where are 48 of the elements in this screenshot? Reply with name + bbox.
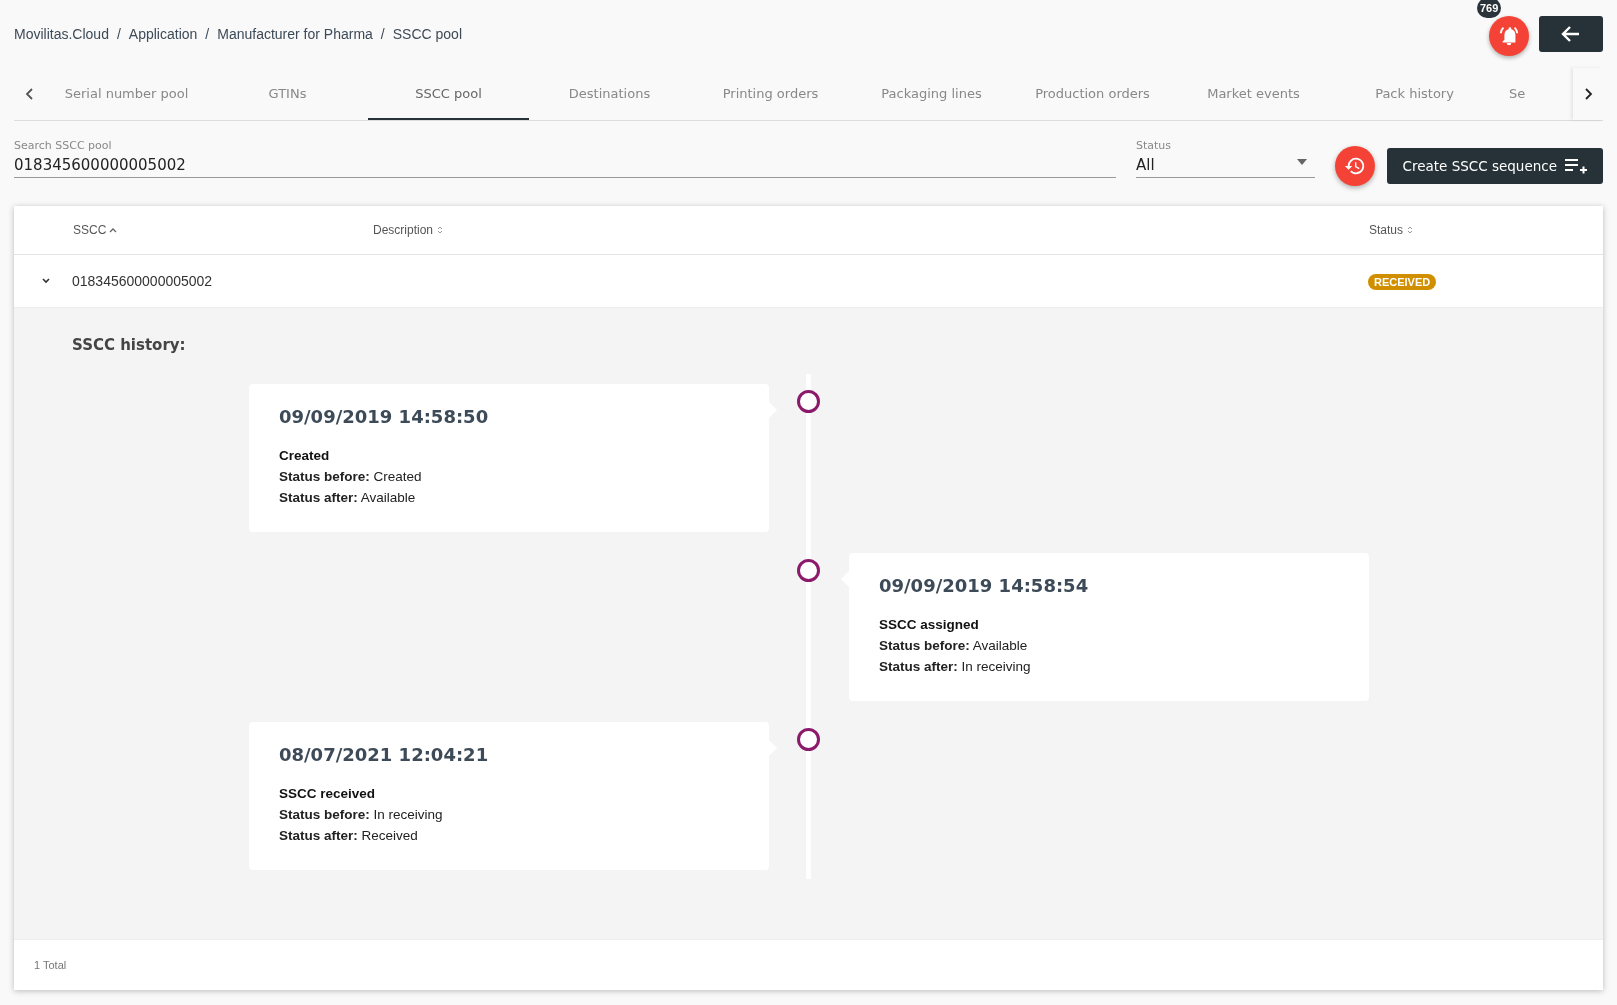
breadcrumb-separator: / <box>380 26 385 42</box>
column-header[interactable]: Status <box>1369 223 1404 237</box>
breadcrumb-link[interactable]: Manufacturer for Pharma <box>217 26 373 42</box>
timeline-marker <box>797 559 820 582</box>
status-after-text: Status after: Available <box>279 489 417 507</box>
event-timestamp: 09/09/2019 14:58:50 <box>279 406 490 427</box>
status-before-text: Status before: Available <box>879 637 1029 655</box>
status-badge: RECEIVED <box>1368 274 1437 290</box>
caret-icon <box>1296 159 1307 165</box>
playlist-add-icon <box>1565 158 1587 174</box>
chevron-icon <box>41 277 51 285</box>
breadcrumb-link[interactable]: Application <box>128 26 198 42</box>
total-count: 1 Total <box>34 959 67 971</box>
tab[interactable]: GTINs <box>207 68 368 120</box>
tab[interactable]: Production orders <box>1012 68 1173 120</box>
timeline-marker <box>797 390 820 413</box>
history-button[interactable] <box>1334 146 1375 186</box>
table-cell-text: 018345600000005002 <box>72 273 214 289</box>
event-timestamp: 09/09/2019 14:58:54 <box>879 575 1090 596</box>
event-name: SSCC received <box>279 785 377 803</box>
status-before-text: Status before: In receiving <box>279 806 444 824</box>
status-after-text: Status after: In receiving <box>879 658 1032 676</box>
chevron-right-icon <box>1582 88 1594 100</box>
back-button[interactable] <box>1539 16 1603 52</box>
event-name: SSCC assigned <box>879 616 980 634</box>
tab[interactable]: Pack history <box>1334 68 1495 120</box>
bell-icon <box>1498 25 1520 47</box>
tab[interactable]: SSCC pool <box>368 68 529 120</box>
status-after-text: Status after: Received <box>279 827 419 845</box>
chevron-left-icon <box>24 88 36 100</box>
column-header[interactable]: SSCC <box>73 223 107 237</box>
timeline-marker <box>797 728 820 751</box>
notification-count: 769 <box>1477 0 1502 18</box>
column-header[interactable]: Description <box>373 223 434 237</box>
breadcrumb-link[interactable]: Movilitas.Cloud <box>14 26 109 42</box>
status-before-text: Status before: Created <box>279 468 423 486</box>
create-sequence-button[interactable]: Create SSCC sequence <box>1386 148 1603 184</box>
event-name: Created <box>279 447 331 465</box>
history-title: SSCC history: <box>71 335 187 354</box>
status-dropdown[interactable]: Status All <box>1136 139 1315 178</box>
tab[interactable]: Destinations <box>529 68 690 120</box>
breadcrumb-link[interactable]: SSCC pool <box>392 26 462 42</box>
breadcrumb-separator: / <box>116 26 121 42</box>
notifications-button[interactable] <box>1489 16 1529 56</box>
event-timestamp: 08/07/2021 12:04:21 <box>279 744 490 765</box>
search-field[interactable]: Search SSCC pool 018345600000005002 <box>14 139 1116 178</box>
history-icon <box>1343 155 1366 177</box>
breadcrumb-separator: / <box>205 26 210 42</box>
